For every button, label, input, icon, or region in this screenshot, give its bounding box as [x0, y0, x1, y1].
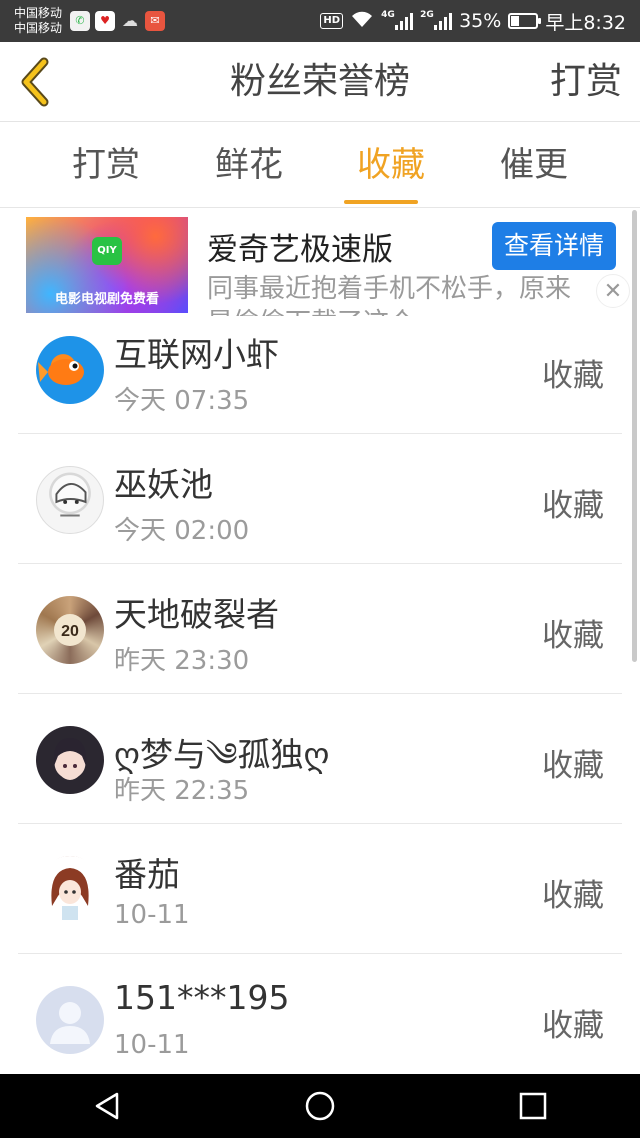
action-label: 收藏 — [542, 358, 604, 394]
clock: 早上8:32 — [545, 11, 626, 34]
tab-flowers[interactable]: 鲜花 — [189, 122, 309, 208]
wechat-icon: ✆ — [70, 11, 91, 31]
scrollbar[interactable] — [632, 210, 637, 662]
ad-description: 同事最近抱着手机不松手，原来 — [207, 274, 572, 304]
avatar[interactable] — [36, 726, 104, 794]
timestamp: 昨天 23:30 — [114, 646, 250, 676]
list-item[interactable]: 20 天地破裂者 昨天 23:30 收藏 — [0, 564, 640, 694]
avatar[interactable] — [36, 336, 104, 404]
iqiyi-logo: QIY — [92, 237, 122, 265]
signal-icon-2: 2G — [420, 10, 453, 30]
nav-home-button[interactable] — [290, 1074, 350, 1138]
ad-image[interactable]: QIY 电影电视剧免费看 — [26, 217, 188, 313]
tab-favorites[interactable]: 收藏 — [331, 122, 451, 208]
triangle-back-icon — [95, 1092, 118, 1120]
user-name: 番茄 — [114, 855, 180, 894]
action-label: 收藏 — [542, 488, 604, 524]
timestamp: 10-11 — [114, 1030, 190, 1060]
avatar[interactable] — [36, 856, 104, 924]
timestamp: 今天 02:00 — [114, 516, 250, 546]
avatar[interactable]: 20 — [36, 596, 104, 664]
list-item[interactable]: 互联网小虾 今天 07:35 收藏 — [0, 304, 640, 434]
app-header: 粉丝荣誉榜 打赏 — [0, 42, 640, 122]
tab-reward[interactable]: 打赏 — [46, 122, 166, 208]
list-item[interactable]: 番茄 10-11 收藏 — [0, 824, 640, 954]
system-nav-bar — [0, 1074, 640, 1138]
battery-icon — [508, 13, 542, 29]
default-avatar-icon[interactable] — [36, 986, 104, 1054]
carrier-1: 中国移动 — [14, 6, 63, 20]
hd-badge: HD — [320, 13, 344, 29]
timestamp: 10-11 — [114, 900, 190, 930]
avatar[interactable] — [36, 466, 104, 534]
mail-icon: ✉ — [145, 11, 166, 31]
action-label: 收藏 — [542, 618, 604, 654]
tab-bar: 打赏 鲜花 收藏 催更 — [0, 122, 640, 208]
wifi-icon — [350, 10, 374, 33]
carrier-2: 中国移动 — [14, 21, 63, 35]
tab-favorites-label: 收藏 — [357, 145, 425, 185]
cloud-icon: ☁ — [122, 11, 139, 30]
circle-home-icon — [305, 1091, 335, 1121]
action-label: 收藏 — [542, 1008, 604, 1044]
network-type-2: 2G — [420, 10, 434, 20]
active-tab-indicator — [344, 200, 418, 204]
list-item[interactable]: ღ梦与༄孤独ღ 昨天 22:35 收藏 — [0, 694, 640, 824]
user-name: 天地破裂者 — [114, 595, 279, 634]
tab-urge-update[interactable]: 催更 — [474, 122, 594, 208]
action-label: 收藏 — [542, 748, 604, 784]
user-name: 151***195 — [114, 978, 290, 1017]
notification-icons: ✆ ♥ ☁ ✉ — [70, 11, 166, 31]
status-bar: 中国移动 中国移动 ✆ ♥ ☁ ✉ HD 4G 2G 35% 早上8:32 — [0, 0, 640, 42]
nav-back-button[interactable] — [77, 1074, 137, 1138]
signal-icon-1: 4G — [381, 10, 414, 30]
timestamp: 今天 07:35 — [114, 386, 250, 416]
ad-title: 爱奇艺极速版 — [207, 232, 393, 268]
list-item[interactable]: 151***195 10-11 收藏 — [0, 954, 640, 1074]
network-type-1: 4G — [381, 10, 395, 20]
square-recents-icon — [520, 1092, 547, 1120]
action-label: 收藏 — [542, 878, 604, 914]
timestamp: 昨天 22:35 — [114, 776, 250, 806]
nav-recents-button[interactable] — [503, 1074, 563, 1138]
user-name: 互联网小虾 — [114, 335, 279, 374]
heart-icon: ♥ — [95, 11, 116, 31]
ad-banner[interactable]: QIY 电影电视剧免费看 爱奇艺极速版 查看详情 同事最近抱着手机不松手，原来 … — [0, 208, 640, 316]
battery-fill — [511, 16, 520, 26]
battery-percent: 35% — [459, 10, 502, 32]
status-left: 中国移动 中国移动 ✆ ♥ ☁ ✉ — [0, 6, 166, 36]
close-icon[interactable]: ✕ — [596, 274, 630, 308]
carrier-info: 中国移动 中国移动 — [14, 6, 62, 36]
reward-button[interactable]: 打赏 — [550, 42, 622, 122]
page-title: 粉丝荣誉榜 — [229, 61, 410, 102]
view-details-button[interactable]: 查看详情 — [492, 222, 616, 270]
favorites-list: 互联网小虾 今天 07:35 收藏 巫妖池 今天 02:00 收藏 20 天地破… — [0, 304, 640, 1074]
list-item[interactable]: 巫妖池 今天 02:00 收藏 — [0, 434, 640, 564]
user-name: 巫妖池 — [114, 465, 213, 504]
status-right: HD 4G 2G 35% 早上8:32 — [320, 8, 640, 35]
svg-text:20: 20 — [61, 623, 79, 640]
